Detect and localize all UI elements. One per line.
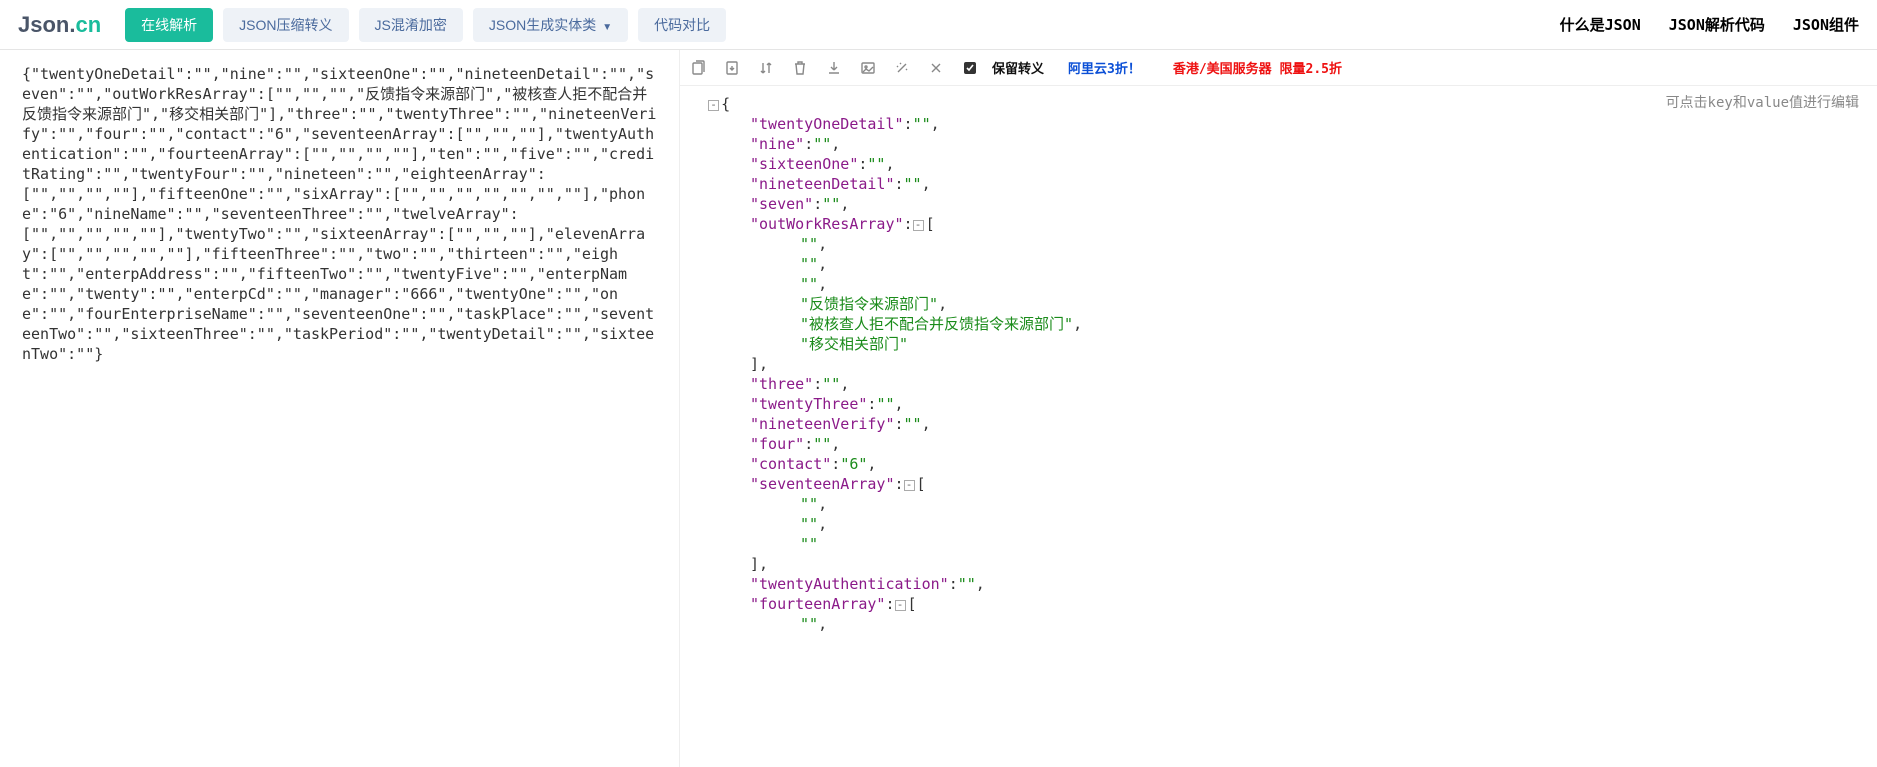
nav-compress-button[interactable]: JSON压缩转义 <box>223 8 348 42</box>
logo-text-cn: cn <box>75 12 101 37</box>
sort-icon[interactable] <box>758 60 774 76</box>
nav-parse-online-button[interactable]: 在线解析 <box>125 8 213 42</box>
keep-escape-label: 保留转义 <box>992 58 1044 77</box>
tree-array-item[interactable]: "" <box>690 534 1867 554</box>
nav-gen-entity-label: JSON生成实体类 <box>489 17 596 33</box>
tree-array-item[interactable]: "", <box>690 614 1867 634</box>
result-toolbar: 保留转义 阿里云3折！ 香港/美国服务器 限量2.5折 <box>680 50 1877 86</box>
tree-array-close: ], <box>690 554 1867 574</box>
nav-gen-entity-button[interactable]: JSON生成实体类 ▼ <box>473 8 628 42</box>
tree-array-item[interactable]: "", <box>690 254 1867 274</box>
tree-array-close: ], <box>690 354 1867 374</box>
promo-hk-us[interactable]: 香港/美国服务器 限量2.5折 <box>1173 58 1342 77</box>
collapse-toggle[interactable]: - <box>708 100 719 111</box>
raw-json-input[interactable]: {"twentyOneDetail":"","nine":"","sixteen… <box>0 50 680 767</box>
tree-kv[interactable]: "twentyAuthentication":"", <box>690 574 1867 594</box>
collapse-toggle[interactable]: - <box>913 220 924 231</box>
tree-kv[interactable]: "sixteenOne":"", <box>690 154 1867 174</box>
checkbox-icon[interactable] <box>962 60 978 76</box>
tree-array-item[interactable]: "移交相关部门" <box>690 334 1867 354</box>
tree-array-open[interactable]: "outWorkResArray":-[ <box>690 214 1867 234</box>
logo-text-json: Json <box>18 12 69 37</box>
tree-kv[interactable]: "nine":"", <box>690 134 1867 154</box>
collapse-toggle[interactable]: - <box>895 600 906 611</box>
image-icon[interactable] <box>860 60 876 76</box>
copy-icon[interactable] <box>690 60 706 76</box>
tree-array-item[interactable]: "被核查人拒不配合并反馈指令来源部门", <box>690 314 1867 334</box>
promo-aliyun[interactable]: 阿里云3折！ <box>1068 58 1141 77</box>
link-what-is-json[interactable]: 什么是JSON <box>1560 14 1641 35</box>
tree-kv[interactable]: "contact":"6", <box>690 454 1867 474</box>
trash-icon[interactable] <box>792 60 808 76</box>
tree-wrap: 可点击key和value值进行编辑 -{"twentyOneDetail":""… <box>680 86 1877 767</box>
tree-kv[interactable]: "nineteenDetail":"", <box>690 174 1867 194</box>
wand-icon[interactable] <box>894 60 910 76</box>
tree-kv[interactable]: "twentyOneDetail":"", <box>690 114 1867 134</box>
logo[interactable]: Json.cn <box>18 12 101 38</box>
tree-kv[interactable]: "four":"", <box>690 434 1867 454</box>
link-parse-code[interactable]: JSON解析代码 <box>1669 14 1765 35</box>
edit-hint: 可点击key和value值进行编辑 <box>1666 92 1859 112</box>
top-header: Json.cn 在线解析 JSON压缩转义 JS混淆加密 JSON生成实体类▼ … <box>0 0 1877 50</box>
close-icon[interactable] <box>928 60 944 76</box>
parsed-panel: 保留转义 阿里云3折！ 香港/美国服务器 限量2.5折 可点击key和value… <box>680 50 1877 767</box>
tree-kv[interactable]: "twentyThree":"", <box>690 394 1867 414</box>
tree-kv[interactable]: "seven":"", <box>690 194 1867 214</box>
tree-array-item[interactable]: "", <box>690 234 1867 254</box>
tree-kv[interactable]: "three":"", <box>690 374 1867 394</box>
tree-array-item[interactable]: "", <box>690 514 1867 534</box>
main-split: {"twentyOneDetail":"","nine":"","sixteen… <box>0 50 1877 767</box>
nav-jsobfus-button[interactable]: JS混淆加密 <box>359 8 463 42</box>
tree-array-item[interactable]: "", <box>690 274 1867 294</box>
nav-diff-button[interactable]: 代码对比 <box>638 8 726 42</box>
export-icon[interactable] <box>724 60 740 76</box>
chevron-down-icon: ▼ <box>602 22 612 33</box>
tree-array-item[interactable]: "", <box>690 494 1867 514</box>
link-json-widget[interactable]: JSON组件 <box>1793 14 1859 35</box>
tree-kv[interactable]: "nineteenVerify":"", <box>690 414 1867 434</box>
tree-array-open[interactable]: "seventeenArray":-[ <box>690 474 1867 494</box>
download-icon[interactable] <box>826 60 842 76</box>
collapse-toggle[interactable]: - <box>904 480 915 491</box>
tree-array-item[interactable]: "反馈指令来源部门", <box>690 294 1867 314</box>
tree-array-open[interactable]: "fourteenArray":-[ <box>690 594 1867 614</box>
json-tree[interactable]: -{"twentyOneDetail":"","nine":"","sixtee… <box>680 86 1877 642</box>
